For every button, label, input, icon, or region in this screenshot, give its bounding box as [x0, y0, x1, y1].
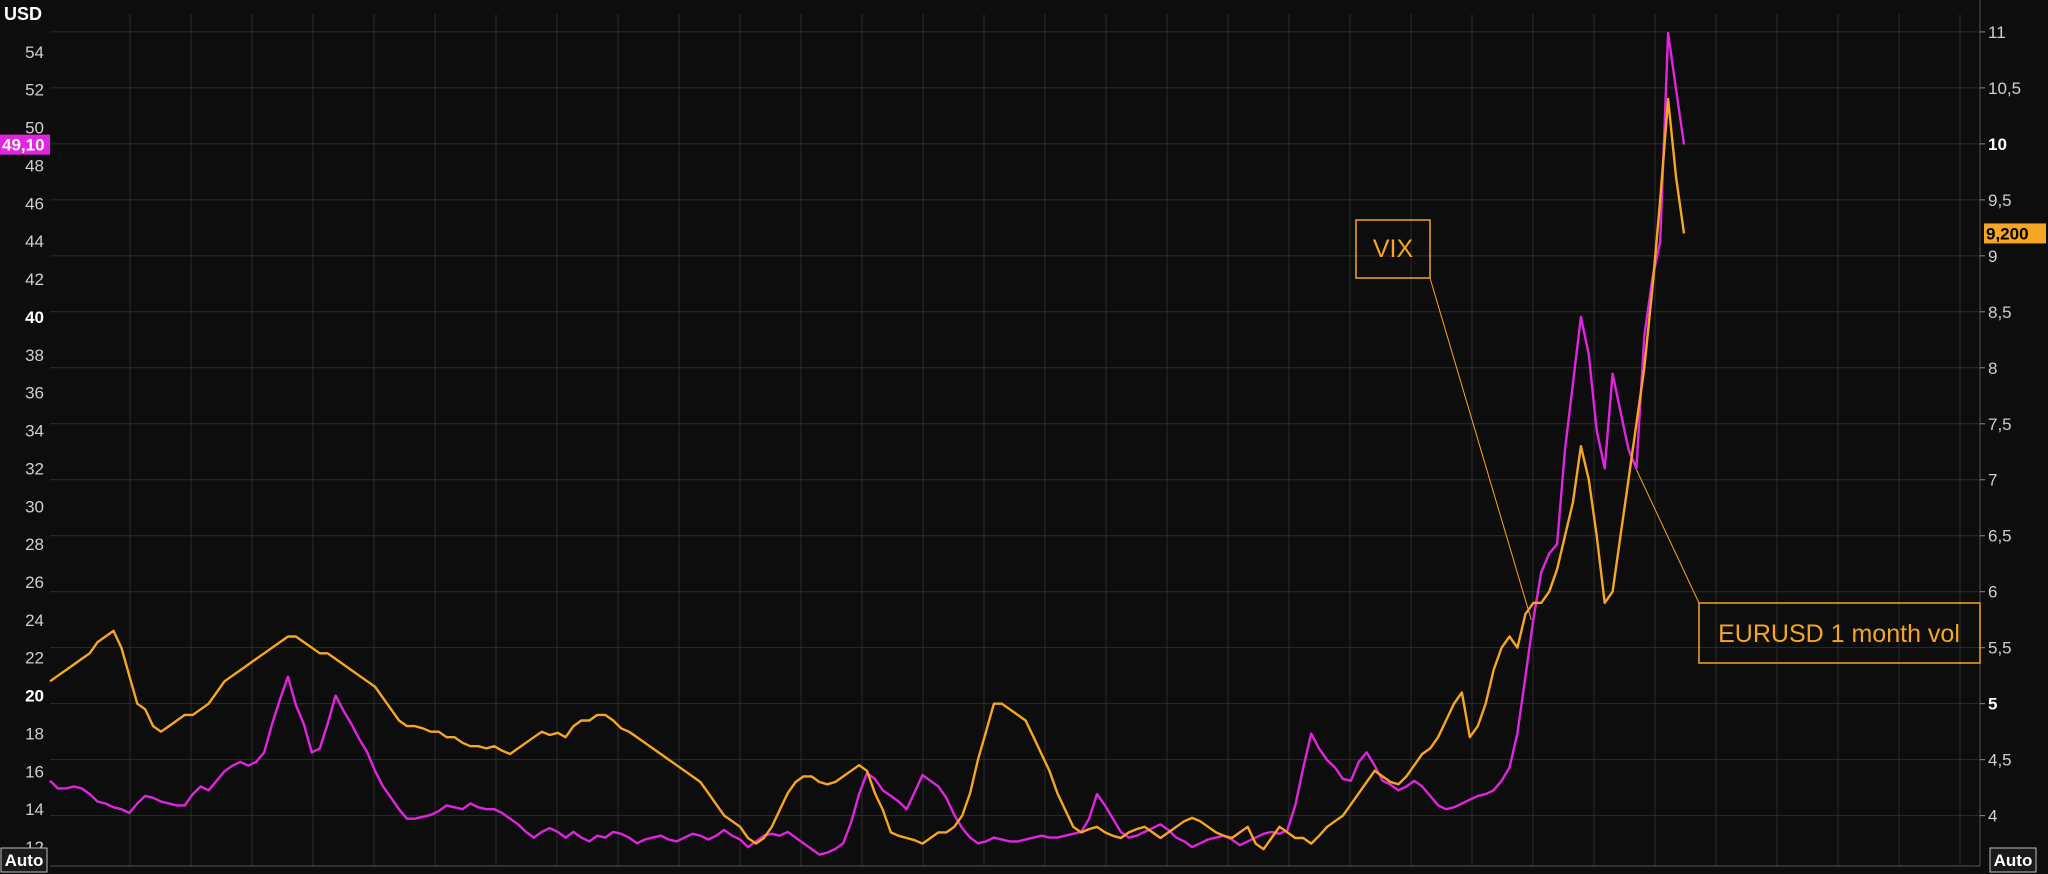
annotation-vix-label: VIX [1373, 235, 1414, 263]
left-tick-label: 34 [25, 422, 44, 441]
chart-background [0, 0, 2048, 874]
left-tick-label: 36 [25, 384, 44, 403]
right-tick-label: 10 [1988, 135, 2007, 154]
left-tick-label: 26 [25, 573, 44, 592]
left-tick-label: 14 [25, 800, 44, 819]
left-tick-label: 48 [25, 156, 44, 175]
right-tick-label: 8,5 [1988, 303, 2012, 322]
right-tick-label: 10,5 [1988, 79, 2021, 98]
left-tick-label: 46 [25, 194, 44, 213]
left-auto-button[interactable]: Auto [0, 847, 48, 873]
right-tick-label: 5 [1988, 695, 1997, 714]
left-tick-label: 42 [25, 270, 44, 289]
left-last-value-tag: 49,10 [0, 134, 50, 155]
right-tick-label: 4 [1988, 807, 1997, 826]
left-auto-button-label[interactable]: Auto [5, 851, 44, 870]
right-tick-label: 4,5 [1988, 751, 2012, 770]
left-tick-label: 40 [25, 308, 44, 327]
right-tick-label: 8 [1988, 359, 1997, 378]
annotation-eurusd-label: EURUSD 1 month vol [1718, 620, 1960, 648]
right-auto-button[interactable]: Auto [1989, 847, 2037, 873]
left-last-value-tag-text: 49,10 [2, 136, 45, 155]
left-tick-label: 44 [25, 232, 44, 251]
right-tick-label: 9,5 [1988, 191, 2012, 210]
right-tick-label: 11 [1988, 23, 2006, 42]
right-tick-label: 7,5 [1988, 415, 2012, 434]
chart-canvas: 1214161820222426283032343638404244464850… [0, 0, 2048, 874]
left-tick-label: 24 [25, 611, 44, 630]
right-last-value-tag-text: 9,200 [1986, 224, 2029, 243]
right-tick-label: 9 [1988, 247, 1997, 266]
left-tick-label: 16 [25, 762, 44, 781]
left-tick-label: 20 [25, 687, 44, 706]
left-tick-label: 54 [25, 43, 44, 62]
right-auto-button-label[interactable]: Auto [1994, 851, 2033, 870]
left-tick-label: 52 [25, 81, 44, 100]
left-tick-label: 28 [25, 535, 44, 554]
left-tick-label: 18 [25, 724, 44, 743]
left-tick-label: 30 [25, 497, 44, 516]
right-last-value-tag: 9,200 [1984, 223, 2046, 244]
right-tick-label: 5,5 [1988, 639, 2012, 658]
right-tick-label: 7 [1988, 471, 1997, 490]
left-axis-unit: USD [4, 4, 42, 24]
left-tick-label: 32 [25, 459, 44, 478]
left-tick-label: 38 [25, 346, 44, 365]
right-tick-label: 6,5 [1988, 527, 2012, 546]
right-tick-label: 6 [1988, 583, 1997, 602]
left-tick-label: 22 [25, 649, 44, 668]
